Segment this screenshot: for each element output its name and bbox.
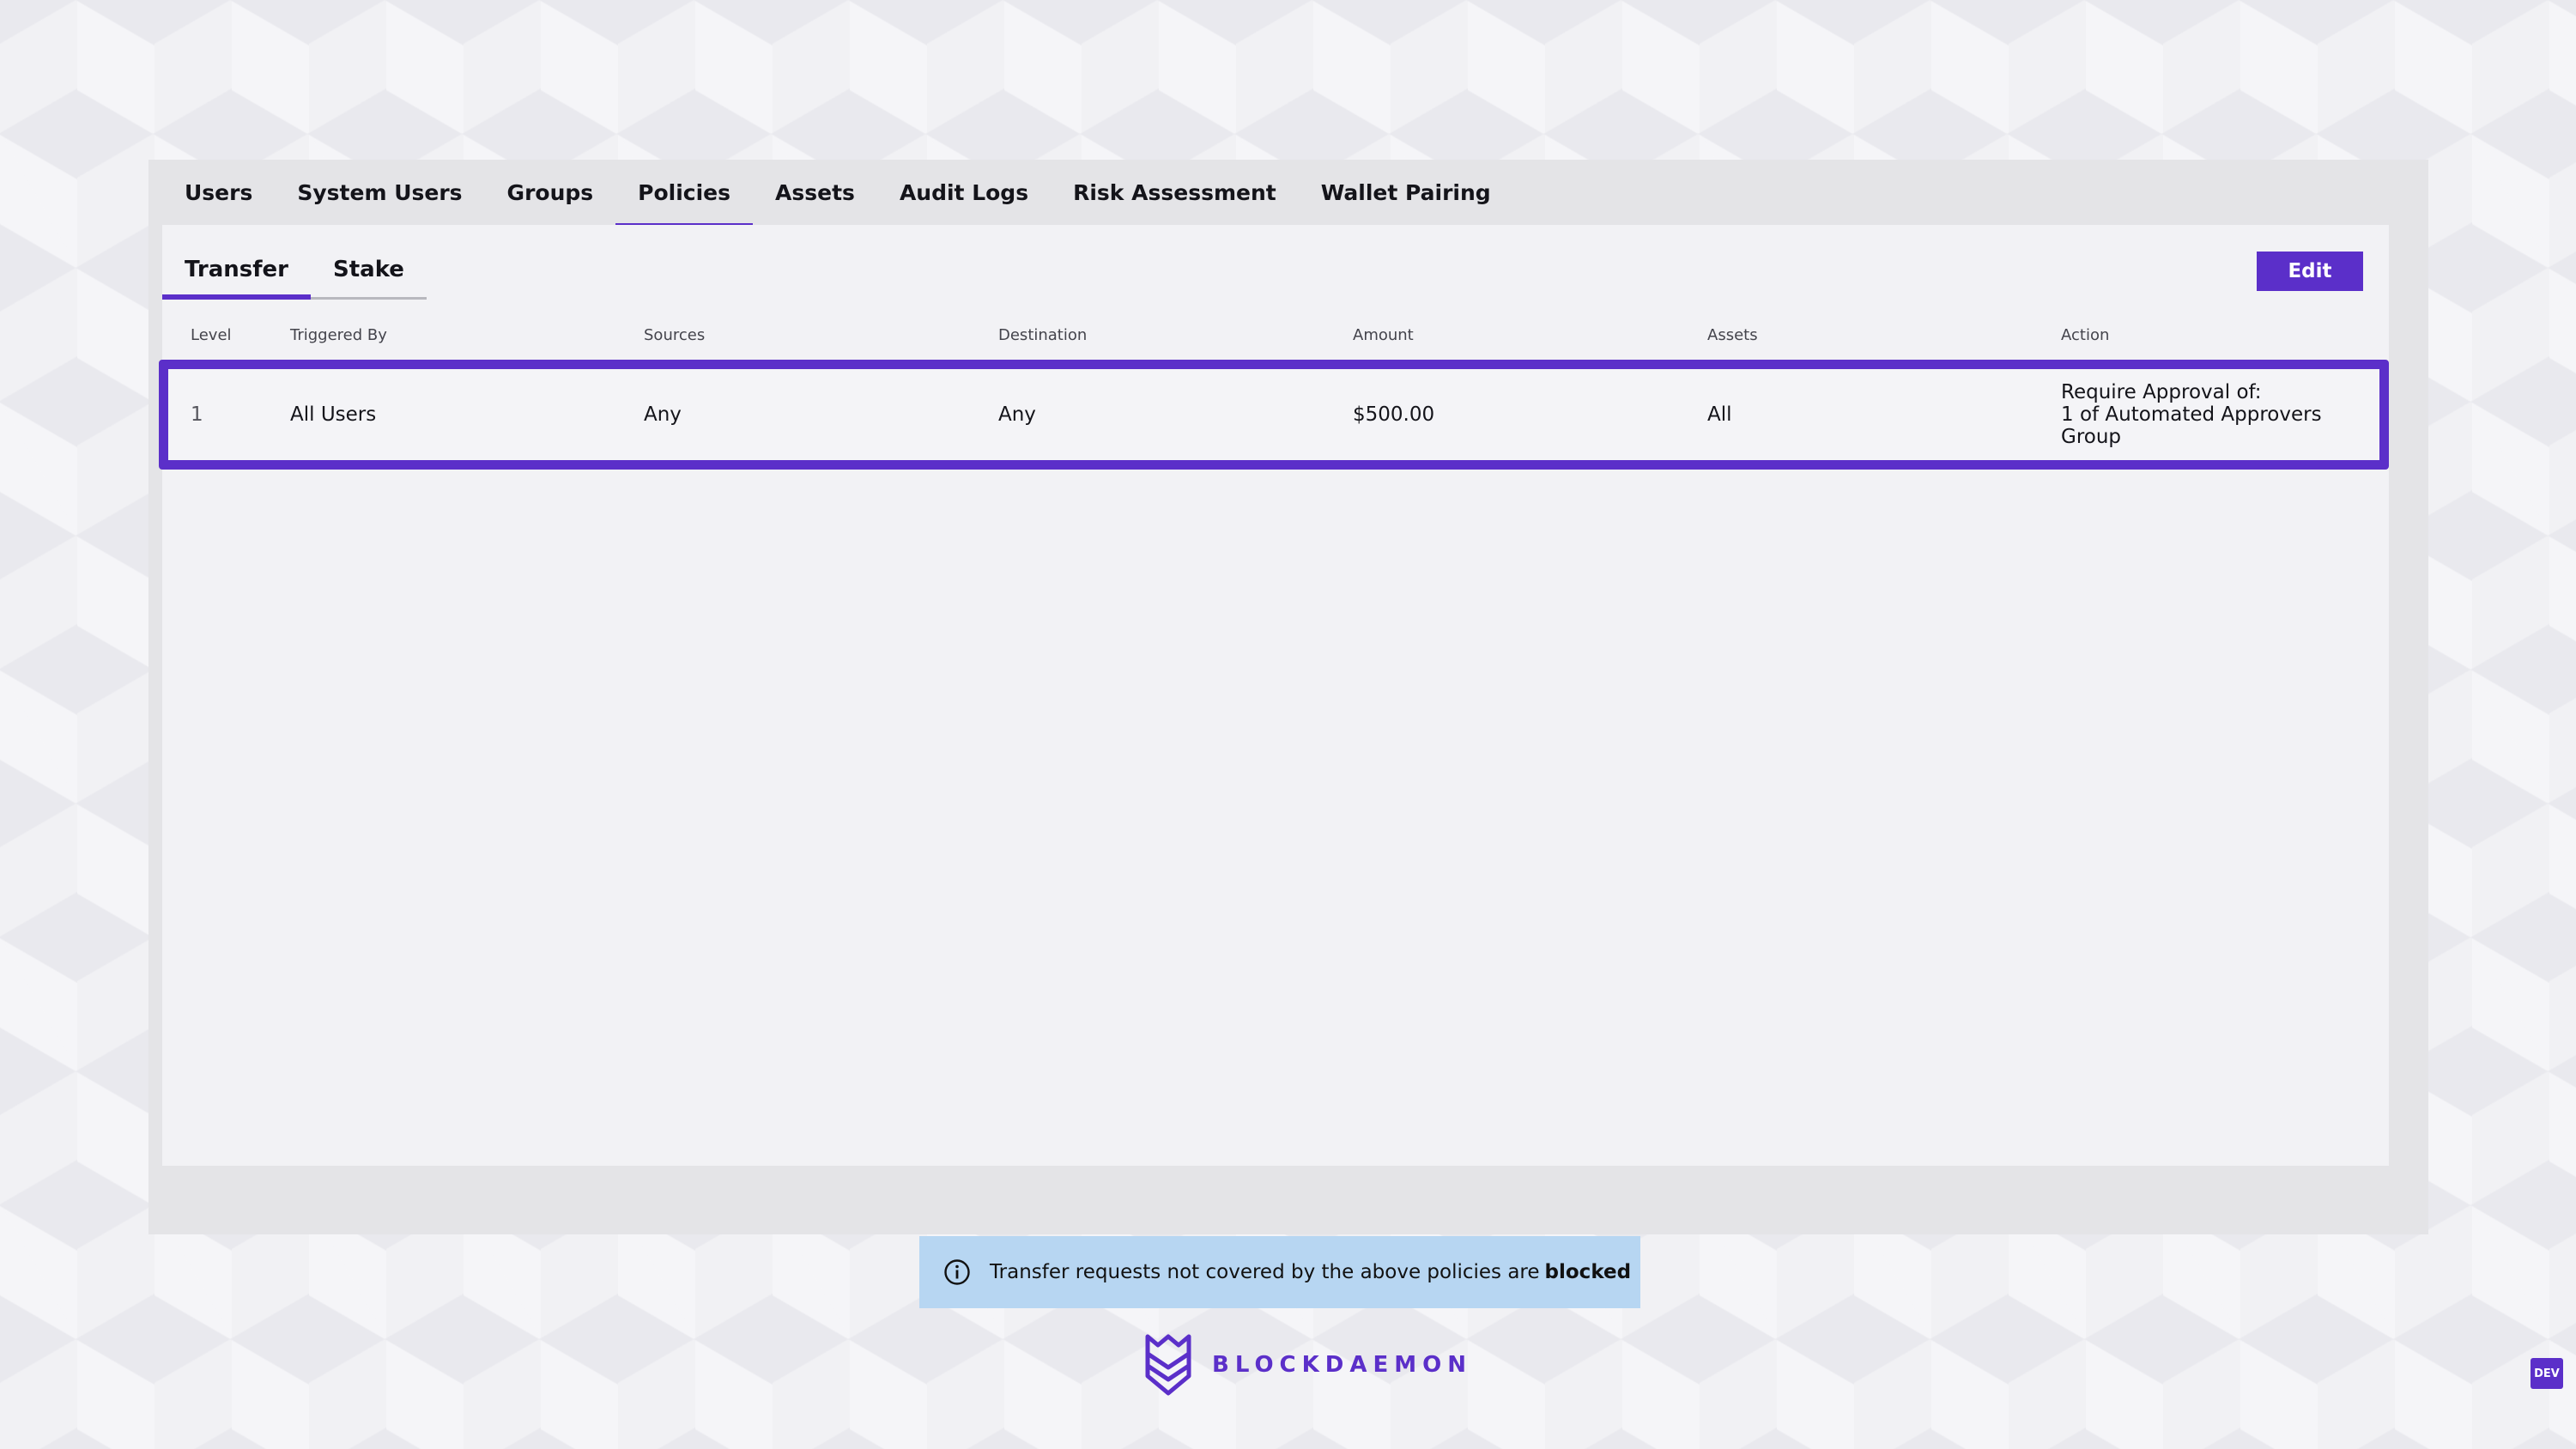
column-header-amount: Amount xyxy=(1353,326,1414,344)
column-header-sources: Sources xyxy=(644,326,706,344)
action-line: Require Approval of: xyxy=(2061,381,2262,403)
tab-groups[interactable]: Groups xyxy=(485,160,616,225)
cell-assets: All xyxy=(1707,403,1732,426)
tab-audit-logs[interactable]: Audit Logs xyxy=(877,160,1051,225)
policy-type-tab-bar: Transfer Stake xyxy=(162,242,427,300)
cell-sources: Any xyxy=(644,403,682,426)
subtab-transfer[interactable]: Transfer xyxy=(162,242,311,300)
tab-risk-assessment[interactable]: Risk Assessment xyxy=(1051,160,1299,225)
tab-assets[interactable]: Assets xyxy=(753,160,877,225)
cell-destination: Any xyxy=(998,403,1036,426)
column-header-triggered-by: Triggered By xyxy=(290,326,387,344)
table-row[interactable]: 1 All Users Any Any $500.00 All Require … xyxy=(159,360,2389,470)
policy-info-banner: Transfer requests not covered by the abo… xyxy=(919,1236,1640,1308)
brand-logo: BLOCKDAEMON xyxy=(1143,1333,1472,1397)
edit-button[interactable]: Edit xyxy=(2257,252,2363,291)
info-emphasis: blocked xyxy=(1544,1261,1632,1283)
blockdaemon-logo-icon xyxy=(1145,1334,1191,1396)
action-line: Group xyxy=(2061,426,2122,448)
tab-policies[interactable]: Policies xyxy=(615,160,753,227)
policies-content: Transfer Stake Edit Level Triggered By S… xyxy=(159,225,2389,1308)
subtab-stake[interactable]: Stake xyxy=(311,242,427,297)
tab-users[interactable]: Users xyxy=(162,160,275,225)
environment-badge: DEV xyxy=(2531,1358,2563,1389)
cell-amount: $500.00 xyxy=(1353,403,1435,426)
action-line: 1 of Automated Approvers xyxy=(2061,403,2322,426)
column-header-destination: Destination xyxy=(998,326,1088,344)
column-header-level: Level xyxy=(191,326,232,344)
column-header-assets: Assets xyxy=(1707,326,1758,344)
info-text: Transfer requests not covered by the abo… xyxy=(990,1261,1540,1283)
admin-panel: Users System Users Groups Policies Asset… xyxy=(148,160,2563,1389)
policy-table-header: Level Triggered By Sources Destination A… xyxy=(162,326,2389,352)
cell-triggered-by: All Users xyxy=(290,403,377,426)
cell-action: Require Approval of: 1 of Automated Appr… xyxy=(2061,369,2322,460)
tab-system-users[interactable]: System Users xyxy=(275,160,484,225)
tab-wallet-pairing[interactable]: Wallet Pairing xyxy=(1299,160,1513,225)
brand-name: BLOCKDAEMON xyxy=(1212,1352,1472,1378)
cell-level: 1 xyxy=(191,403,203,426)
column-header-action: Action xyxy=(2061,326,2110,344)
info-icon xyxy=(944,1259,970,1285)
main-tab-bar: Users System Users Groups Policies Asset… xyxy=(162,160,1513,227)
